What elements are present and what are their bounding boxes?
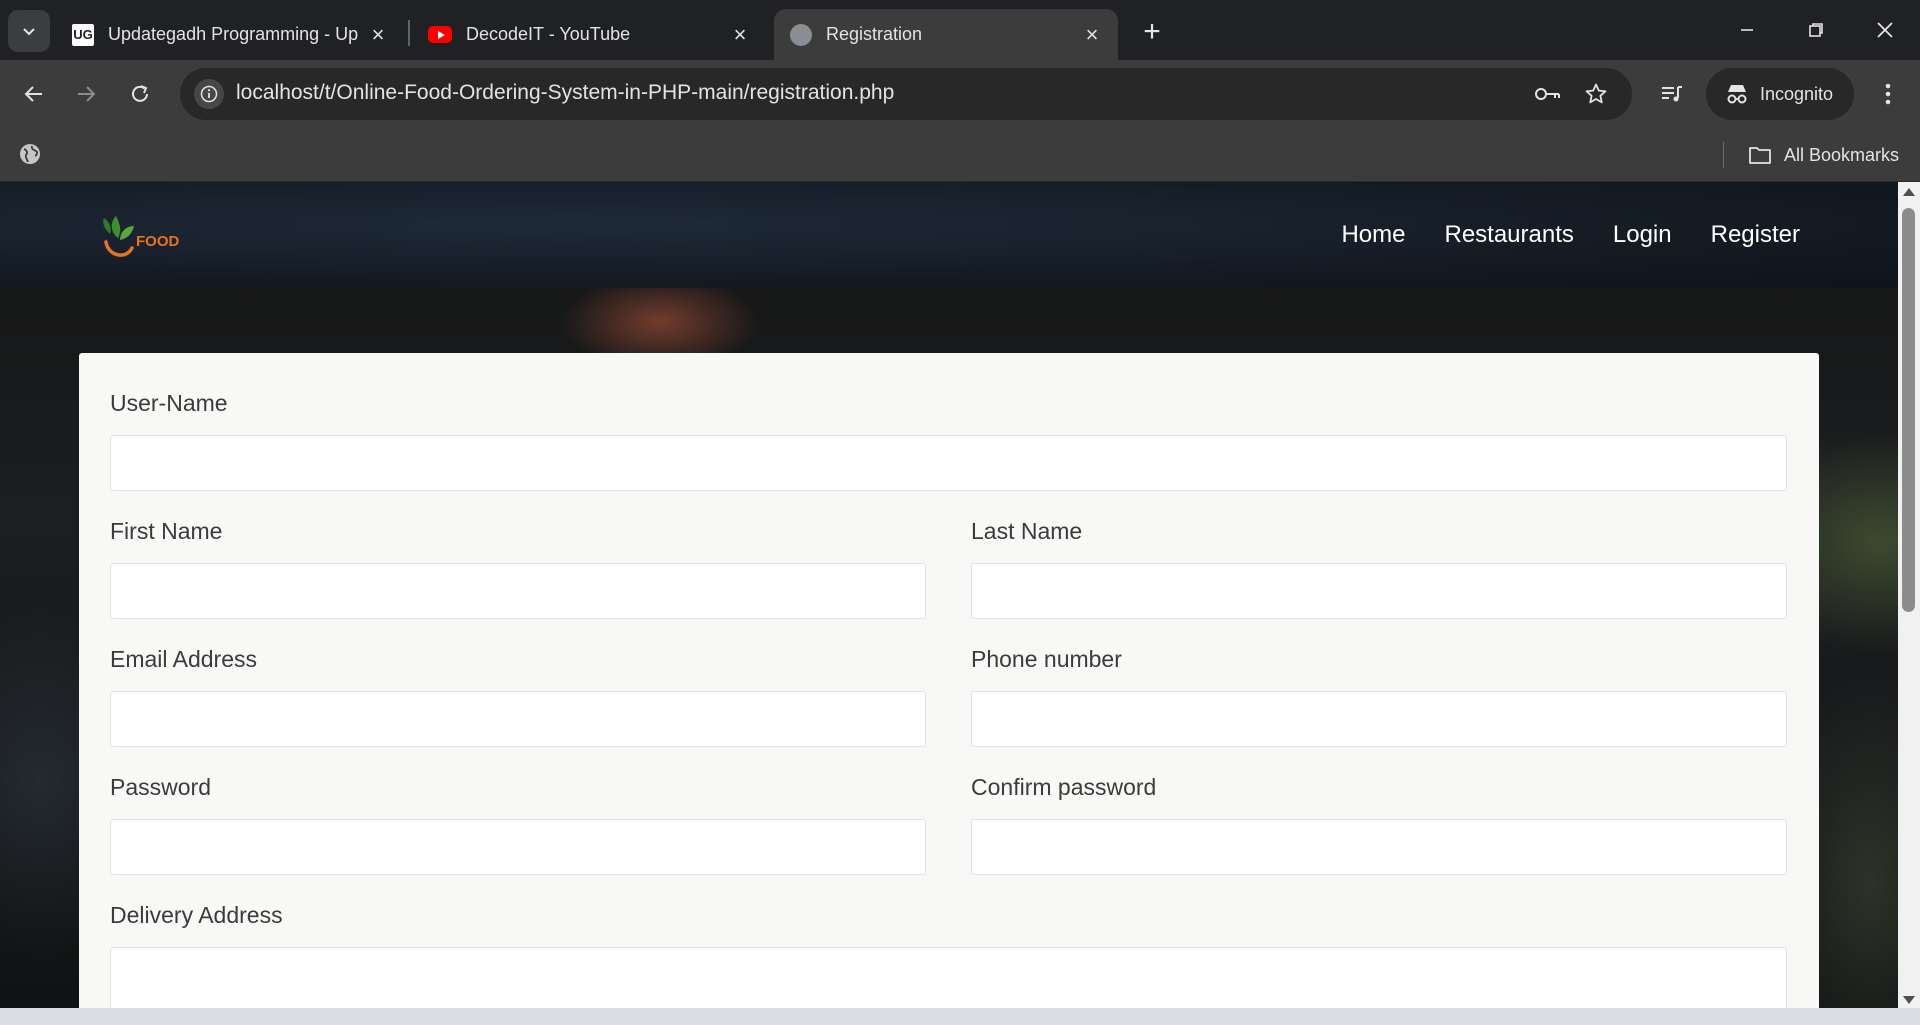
restore-icon bbox=[1809, 23, 1823, 37]
username-input[interactable] bbox=[110, 435, 1787, 491]
phone-input[interactable] bbox=[971, 691, 1787, 747]
incognito-label: Incognito bbox=[1760, 83, 1834, 104]
more-vertical-icon bbox=[1885, 83, 1891, 105]
address-bar[interactable]: localhost/t/Online-Food-Ordering-System-… bbox=[180, 68, 1632, 120]
globe-icon[interactable] bbox=[18, 142, 42, 166]
ug-logo-icon: UG bbox=[72, 23, 94, 46]
bookmark-star-button[interactable] bbox=[1580, 78, 1612, 110]
site-info-button[interactable] bbox=[194, 79, 224, 109]
delivery-address-label: Delivery Address bbox=[110, 902, 283, 928]
scroll-up-arrow-icon[interactable] bbox=[1903, 188, 1915, 196]
last-name-label: Last Name bbox=[971, 518, 1083, 544]
bookmarks-divider bbox=[1723, 142, 1724, 168]
restore-button[interactable] bbox=[1793, 8, 1839, 52]
tab-youtube[interactable]: DecodeIT - YouTube × bbox=[412, 9, 766, 60]
tab-title: DecodeIT - YouTube bbox=[466, 24, 631, 44]
last-name-input[interactable] bbox=[971, 563, 1787, 619]
password-key-button[interactable] bbox=[1532, 78, 1564, 110]
forward-button[interactable] bbox=[66, 74, 106, 114]
page-viewport: FOOD Home Restaurants Login Register Use… bbox=[0, 182, 1898, 1008]
all-bookmarks-label: All Bookmarks bbox=[1784, 144, 1900, 165]
page-scrollbar[interactable] bbox=[1898, 182, 1920, 1008]
tab-strip: UG Updategadh Programming - Up × DecodeI… bbox=[0, 0, 1920, 60]
youtube-icon bbox=[428, 26, 452, 43]
incognito-icon bbox=[1724, 83, 1750, 105]
incognito-indicator[interactable]: Incognito bbox=[1706, 68, 1854, 120]
tab-updategadh[interactable]: UG Updategadh Programming - Up × bbox=[56, 9, 404, 60]
browser-menu-button[interactable] bbox=[1868, 74, 1908, 114]
back-button[interactable] bbox=[14, 74, 54, 114]
close-icon[interactable]: × bbox=[364, 21, 392, 49]
reading-list-button[interactable] bbox=[1652, 74, 1692, 114]
site-nav-links: Home Restaurants Login Register bbox=[1341, 182, 1800, 288]
all-bookmarks-button[interactable]: All Bookmarks bbox=[1748, 138, 1899, 172]
minimize-button[interactable] bbox=[1724, 8, 1770, 52]
bookmarks-bar: All Bookmarks bbox=[0, 128, 1920, 182]
delivery-address-input[interactable] bbox=[110, 947, 1787, 1008]
tab-search-button[interactable] bbox=[8, 10, 50, 52]
confirm-password-label: Confirm password bbox=[971, 774, 1157, 800]
key-icon bbox=[1535, 88, 1560, 100]
folder-icon bbox=[1748, 145, 1774, 165]
leaf-logo-icon: FOOD bbox=[103, 216, 179, 257]
site-navbar: FOOD Home Restaurants Login Register bbox=[0, 182, 1898, 288]
globe-icon bbox=[790, 23, 812, 46]
tab-title: Registration bbox=[826, 24, 923, 44]
nav-home[interactable]: Home bbox=[1341, 221, 1405, 249]
confirm-password-input[interactable] bbox=[971, 819, 1787, 875]
minimize-icon bbox=[1741, 29, 1753, 31]
url-text: localhost/t/Online-Food-Ordering-System-… bbox=[236, 81, 895, 104]
nav-login[interactable]: Login bbox=[1613, 221, 1672, 249]
scroll-down-arrow-icon[interactable] bbox=[1903, 996, 1915, 1004]
site-logo[interactable]: FOOD bbox=[100, 212, 186, 264]
phone-label: Phone number bbox=[971, 646, 1122, 672]
close-icon[interactable]: × bbox=[1078, 21, 1106, 49]
arrow-right-icon bbox=[78, 86, 96, 102]
tab-registration[interactable]: Registration × bbox=[774, 9, 1118, 60]
nav-register[interactable]: Register bbox=[1711, 221, 1800, 249]
tab-separator bbox=[408, 20, 410, 46]
taskbar-edge bbox=[0, 1008, 1920, 1025]
first-name-input[interactable] bbox=[110, 563, 926, 619]
arrow-left-icon bbox=[24, 86, 42, 102]
reload-button[interactable] bbox=[120, 74, 160, 114]
browser-toolbar: localhost/t/Online-Food-Ordering-System-… bbox=[0, 60, 1920, 128]
close-icon bbox=[1877, 22, 1893, 38]
tab-title: Updategadh Programming - Up bbox=[108, 24, 359, 44]
email-input[interactable] bbox=[110, 691, 926, 747]
star-icon bbox=[1585, 83, 1607, 104]
registration-form: User-Name First Name Last Name Email Add… bbox=[79, 353, 1819, 1008]
nav-restaurants[interactable]: Restaurants bbox=[1444, 221, 1573, 249]
close-icon[interactable]: × bbox=[726, 21, 754, 49]
media-queue-icon bbox=[1662, 86, 1682, 102]
close-window-button[interactable] bbox=[1862, 8, 1908, 52]
info-icon bbox=[200, 85, 218, 103]
new-tab-button[interactable]: + bbox=[1134, 14, 1170, 50]
chevron-down-icon bbox=[23, 28, 35, 36]
scrollbar-thumb[interactable] bbox=[1902, 208, 1915, 612]
reload-icon bbox=[132, 85, 148, 102]
password-label: Password bbox=[110, 774, 211, 800]
email-label: Email Address bbox=[110, 646, 258, 672]
logo-text: FOOD bbox=[136, 233, 179, 250]
username-label: User-Name bbox=[110, 390, 228, 416]
password-input[interactable] bbox=[110, 819, 926, 875]
first-name-label: First Name bbox=[110, 518, 223, 544]
